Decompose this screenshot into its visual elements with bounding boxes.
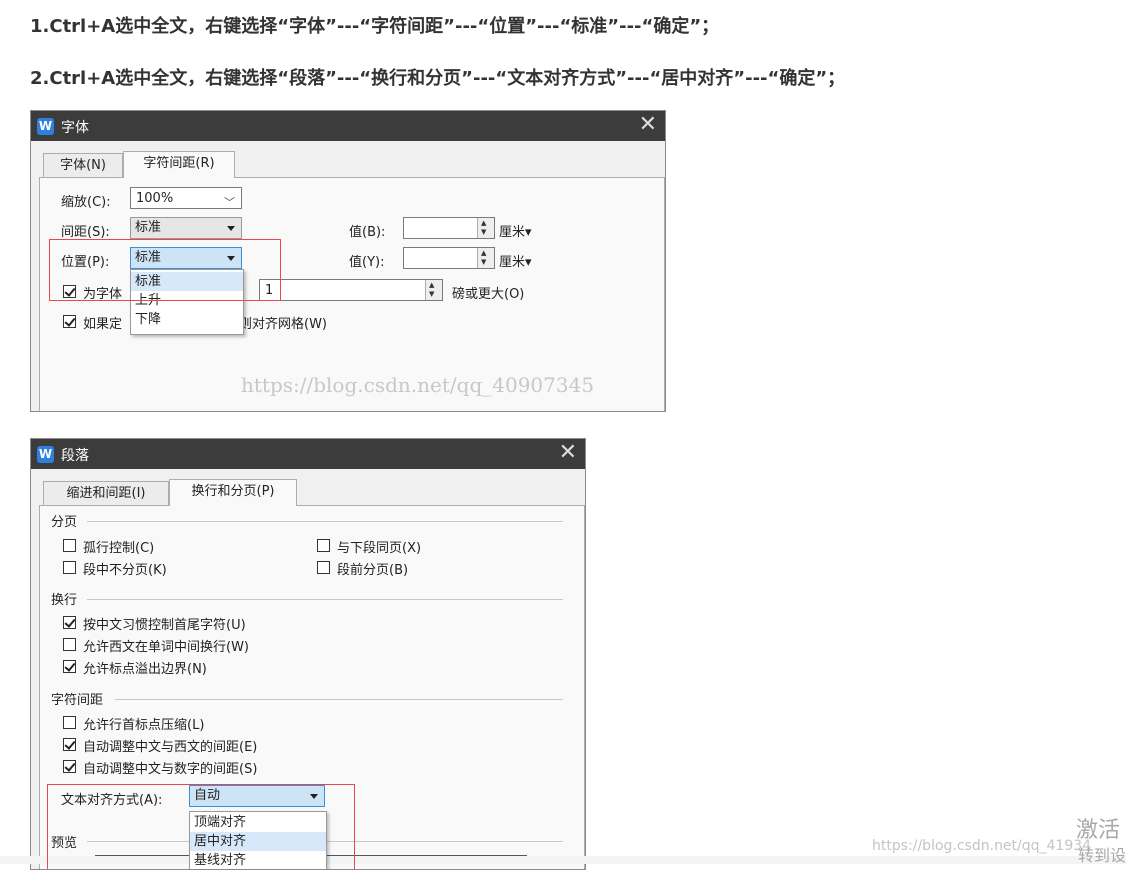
close-icon[interactable]: ✕: [639, 113, 657, 137]
section-charspacing: 字符间距: [51, 693, 104, 708]
section-pagination: 分页: [51, 515, 78, 530]
value-y-input[interactable]: ▲ ▼: [403, 247, 495, 269]
position-option-lowered[interactable]: 下降: [131, 310, 243, 329]
highlight-box: [49, 239, 281, 301]
value-y-label: 值(Y):: [349, 255, 385, 270]
allow-punct-overflow-label: 允许标点溢出边界(N): [83, 662, 207, 677]
unit-select-1[interactable]: 厘米▾: [499, 221, 532, 240]
font-dialog-title: 字体: [61, 120, 89, 136]
spacing-label: 间距(S):: [61, 225, 110, 240]
value-b-label: 值(B):: [349, 225, 386, 240]
instruction-step2: 2.Ctrl+A选中全文，右键选择“段落”---“换行和分页”---“文本对齐方…: [30, 68, 846, 89]
scale-select[interactable]: 100% ﹀: [130, 187, 242, 209]
compress-punct-checkbox[interactable]: [63, 716, 76, 729]
spacing-select[interactable]: 标准: [130, 217, 242, 239]
kerning-spinner[interactable]: ▲ ▼: [425, 280, 442, 300]
chevron-down-icon: ﹀: [224, 196, 235, 209]
csdn-watermark: https://blog.csdn.net/qq_41934: [872, 838, 1092, 854]
auto-space-digit-checkbox[interactable]: [63, 760, 76, 773]
auto-space-digit-label: 自动调整中文与数字的间距(S): [83, 762, 258, 777]
cjk-control-label: 按中文习惯控制首尾字符(U): [83, 618, 246, 633]
dropdown-arrow-icon: [227, 226, 235, 231]
auto-space-latin-label: 自动调整中文与西文的间距(E): [83, 740, 258, 755]
grid-label-prefix: 如果定: [83, 317, 123, 332]
spacing-value: 标准: [135, 220, 162, 235]
paragraph-dialog-titlebar[interactable]: W 段落 ✕: [31, 439, 585, 469]
unit-select-2[interactable]: 厘米▾: [499, 251, 532, 270]
allow-latin-wrap-label: 允许西文在单词中间换行(W): [83, 640, 249, 655]
cjk-control-checkbox[interactable]: [63, 616, 76, 629]
tab-font[interactable]: 字体(N): [43, 153, 123, 178]
section-linebreak: 换行: [51, 593, 78, 608]
tab-line-page-breaks[interactable]: 换行和分页(P): [169, 479, 297, 506]
font-dialog: W 字体 ✕ 字体(N) 字符间距(R) 缩放(C): 100% ﹀ 间距(S)…: [30, 110, 666, 412]
wps-logo-icon: W: [37, 446, 54, 463]
activate-windows-subtitle: 转到设: [1078, 846, 1126, 865]
keep-with-next-label: 与下段同页(X): [337, 541, 422, 556]
instruction-step1: 1.Ctrl+A选中全文，右键选择“字体”---“字符间距”---“位置”---…: [30, 16, 720, 37]
keep-lines-checkbox[interactable]: [63, 561, 76, 574]
kerning-input[interactable]: 1 ▲ ▼: [259, 279, 443, 301]
allow-punct-overflow-checkbox[interactable]: [63, 660, 76, 673]
paragraph-dialog-title: 段落: [61, 448, 89, 464]
watermark-text: https://blog.csdn.net/qq_40907345: [241, 373, 595, 397]
page-break-before-checkbox[interactable]: [317, 561, 330, 574]
auto-space-latin-checkbox[interactable]: [63, 738, 76, 751]
widow-control-checkbox[interactable]: [63, 539, 76, 552]
scale-value: 100%: [136, 191, 174, 206]
highlight-box: [47, 784, 355, 869]
paragraph-dialog: W 段落 ✕ 缩进和间距(I) 换行和分页(P) 分页 孤行控制(C) 与下段同…: [30, 438, 586, 870]
grid-checkbox[interactable]: [63, 315, 76, 328]
kerning-suffix: 磅或更大(O): [452, 287, 525, 302]
keep-with-next-checkbox[interactable]: [317, 539, 330, 552]
font-dialog-titlebar[interactable]: W 字体 ✕: [31, 111, 665, 141]
widow-control-label: 孤行控制(C): [83, 541, 155, 556]
tab-char-spacing[interactable]: 字符间距(R): [123, 151, 235, 178]
grid-label-suffix: 则对齐网格(W): [239, 317, 327, 332]
tab-indent-spacing[interactable]: 缩进和间距(I): [43, 481, 169, 506]
wps-logo-icon: W: [37, 118, 54, 135]
allow-latin-wrap-checkbox[interactable]: [63, 638, 76, 651]
compress-punct-label: 允许行首标点压缩(L): [83, 718, 205, 733]
value-b-spinner[interactable]: ▲ ▼: [477, 218, 494, 238]
value-b-input[interactable]: ▲ ▼: [403, 217, 495, 239]
scale-label: 缩放(C):: [61, 195, 111, 210]
keep-lines-label: 段中不分页(K): [83, 563, 167, 578]
activate-windows-title: 激活: [1076, 818, 1121, 843]
page-break-before-label: 段前分页(B): [337, 563, 409, 578]
value-y-spinner[interactable]: ▲ ▼: [477, 248, 494, 268]
close-icon[interactable]: ✕: [559, 441, 577, 465]
